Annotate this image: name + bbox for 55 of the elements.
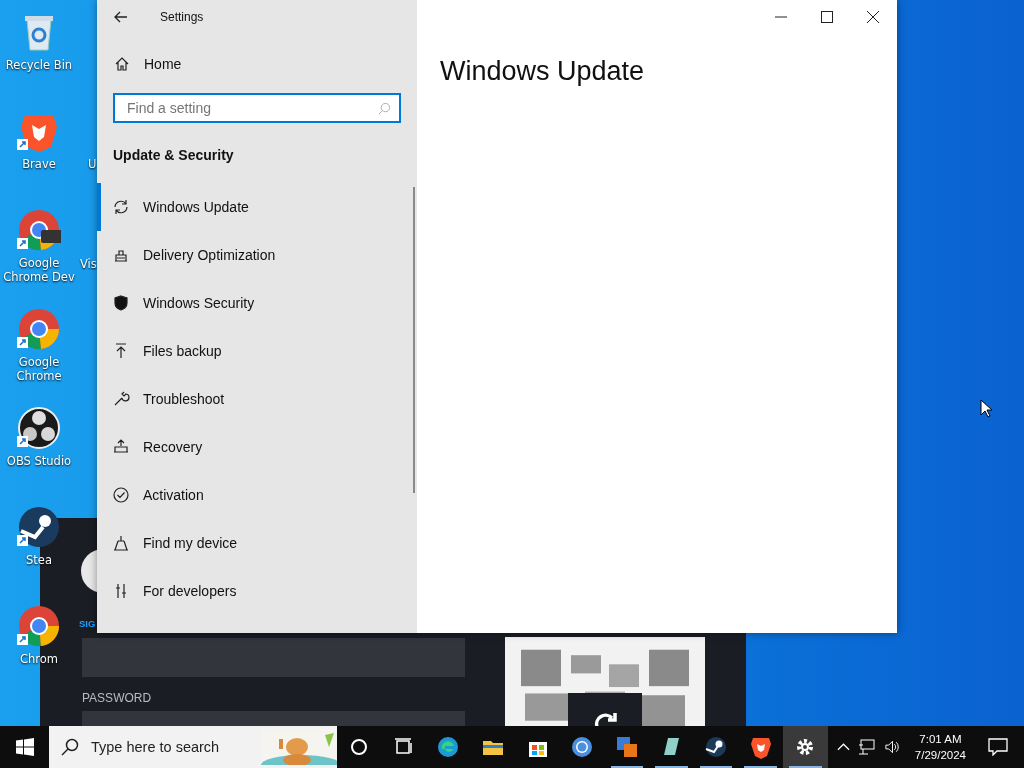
clock[interactable]: 7:01 AM 7/29/2024 (914, 731, 966, 763)
account-name-label: SIG (79, 618, 96, 629)
search-input[interactable]: Type here to search (89, 738, 243, 756)
nav-item[interactable]: Recovery (97, 423, 417, 471)
wrench-icon (112, 390, 130, 408)
chrome-icon (570, 735, 595, 759)
desktop-icon-label: OBS Studio (5, 454, 73, 468)
nav-item[interactable]: Find my device (97, 519, 417, 567)
nav-item[interactable]: Windows Update (97, 183, 417, 231)
recovery-icon (112, 438, 130, 456)
app-icon (614, 735, 639, 759)
mouse-cursor-icon (980, 399, 992, 418)
nav-item[interactable]: Files backup (97, 327, 417, 375)
maximize-icon[interactable] (821, 11, 833, 23)
nav-item[interactable]: Windows Security (97, 279, 417, 327)
volume-icon[interactable] (883, 739, 901, 755)
sync-icon (112, 198, 130, 216)
chrome-dev-icon[interactable] (17, 208, 61, 252)
chevron-up-icon[interactable] (836, 742, 850, 752)
back-arrow-icon[interactable] (114, 11, 128, 23)
password-label: PASSWORD (82, 691, 152, 705)
lion-icon (748, 735, 773, 759)
search-field[interactable]: Find a setting (113, 93, 401, 123)
search-icon (61, 738, 79, 756)
page-title: Windows Update (440, 56, 646, 87)
search-icon (378, 101, 391, 115)
shield-icon (112, 294, 130, 312)
desktop-icon-label: U (88, 157, 97, 171)
steam-icon (704, 735, 729, 759)
home-item[interactable]: Home (97, 34, 417, 72)
refresh-button[interactable] (568, 693, 642, 728)
desktop-icon-label: Vis (80, 257, 97, 271)
nav-item[interactable]: Activation (97, 471, 417, 519)
notification-icon[interactable] (988, 738, 1008, 756)
desktop-icon-label: Recycle Bin (4, 58, 74, 72)
desktop-icon-label: Google Chrome (15, 355, 63, 383)
search-input[interactable]: Find a setting (125, 99, 378, 117)
desktop-icon-label: Brave (21, 157, 57, 171)
network-icon[interactable] (857, 739, 876, 755)
account-name-field[interactable] (82, 638, 465, 677)
nav-item[interactable]: Delivery Optimization (97, 231, 417, 279)
obs-icon[interactable] (17, 406, 61, 450)
windows-logo-icon[interactable] (16, 738, 34, 756)
nav-item[interactable]: For developers (97, 567, 417, 615)
section-heading: Update & Security (112, 146, 235, 163)
edge-icon (436, 735, 461, 759)
nav-item[interactable]: Troubleshoot (97, 375, 417, 423)
taskbar-app-button[interactable] (782, 726, 828, 768)
taskbar-search-field[interactable]: Type here to search (49, 726, 337, 768)
desktop-icon-label: Google Chrome Dev (2, 256, 76, 284)
home-icon (114, 56, 130, 72)
steam-icon[interactable] (17, 505, 61, 549)
window-title: Settings (160, 10, 204, 24)
close-icon[interactable] (867, 11, 879, 23)
password-field[interactable] (82, 711, 465, 726)
